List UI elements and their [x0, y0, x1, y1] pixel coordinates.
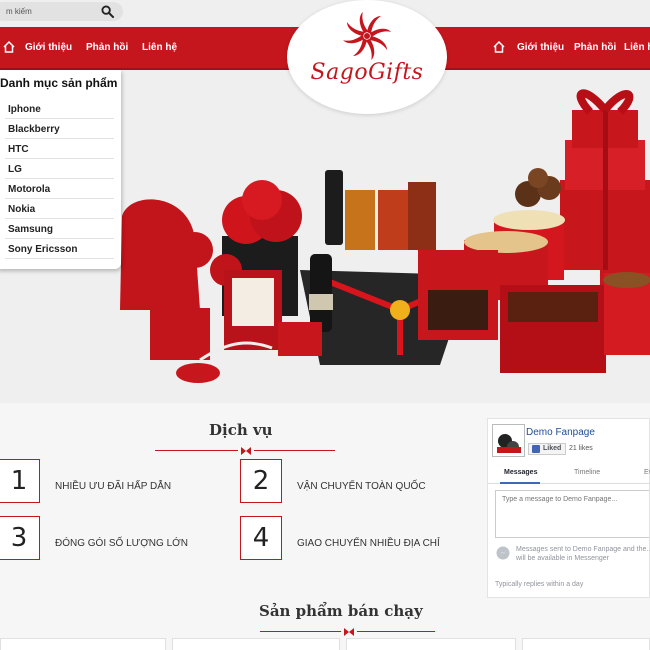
search-box[interactable] [0, 2, 123, 21]
product-card[interactable] [522, 638, 650, 650]
facebook-fanpage-widget: Demo Fanpage Liked 21 likes Messages Tim… [487, 418, 650, 598]
category-item-motorola[interactable]: Motorola [5, 179, 114, 199]
product-card[interactable] [0, 638, 166, 650]
tab-events[interactable]: Ev [644, 469, 650, 476]
category-list: Iphone Blackberry HTC LG Motorola Nokia … [5, 99, 114, 259]
bestsellers-title: Sản phẩm bán chạy [259, 602, 423, 620]
tab-timeline[interactable]: Timeline [574, 469, 600, 476]
category-item-samsung[interactable]: Samsung [5, 219, 114, 239]
site-logo[interactable]: SagoGifts [287, 0, 447, 114]
liked-button[interactable]: Liked [528, 443, 567, 455]
service-text: Đóng gói số lượng lớn [55, 538, 188, 549]
likes-count: 21 likes [569, 445, 593, 452]
active-tab-indicator [500, 482, 540, 484]
service-text: Giao chuyển nhiều địa chỉ [297, 538, 440, 549]
facebook-icon [532, 445, 540, 453]
service-number: 3 [0, 516, 40, 560]
nav-contact[interactable]: Liên hệ [142, 42, 177, 53]
bow-icon [241, 447, 251, 455]
services-divider [155, 446, 335, 456]
nav-feedback-right[interactable]: Phản hồi [574, 42, 616, 53]
service-number: 1 [0, 459, 40, 503]
nav-about-right[interactable]: Giới thiệu [517, 42, 564, 53]
fanpage-name[interactable]: Demo Fanpage [526, 427, 595, 438]
search-icon[interactable] [101, 5, 114, 18]
category-item-nokia[interactable]: Nokia [5, 199, 114, 219]
logo-wordmark: SagoGifts [310, 60, 424, 85]
service-number: 4 [240, 516, 282, 560]
bow-icon [344, 628, 354, 636]
home-icon[interactable] [492, 40, 506, 54]
category-item-lg[interactable]: LG [5, 159, 114, 179]
messenger-icon [496, 546, 510, 560]
liked-label: Liked [543, 445, 562, 452]
message-input[interactable] [495, 490, 649, 538]
bestsellers-divider [260, 627, 435, 637]
pinwheel-logo-icon [343, 12, 391, 60]
service-text: Vận chuyển toàn quốc [297, 481, 426, 492]
search-input[interactable] [6, 4, 96, 19]
nav-feedback[interactable]: Phản hồi [86, 42, 128, 53]
category-item-iphone[interactable]: Iphone [5, 99, 114, 119]
category-item-sony-ericsson[interactable]: Sony Ericsson [5, 239, 114, 259]
product-card[interactable] [172, 638, 340, 650]
service-text: Nhiều ưu đãi hấp dẫn [55, 481, 172, 492]
home-icon[interactable] [2, 40, 16, 54]
category-menu: Danh mục sản phẩm Iphone Blackberry HTC … [0, 70, 121, 269]
category-item-blackberry[interactable]: Blackberry [5, 119, 114, 139]
services-title: Dịch vụ [209, 421, 273, 439]
category-item-htc[interactable]: HTC [5, 139, 114, 159]
fanpage-tabs: Messages Timeline Ev [488, 464, 650, 484]
product-card[interactable] [346, 638, 516, 650]
nav-about[interactable]: Giới thiệu [25, 42, 72, 53]
reply-time: Typically replies within a day [495, 581, 584, 588]
service-number: 2 [240, 459, 282, 503]
fanpage-avatar[interactable] [492, 424, 525, 457]
tab-messages[interactable]: Messages [504, 469, 537, 476]
messenger-notice-text: Messages sent to Demo Fanpage and the… w… [516, 546, 650, 562]
category-menu-title: Danh mục sản phẩm [0, 76, 118, 90]
gift-avatar-icon [497, 434, 521, 453]
nav-contact-right[interactable]: Liên h [624, 42, 650, 53]
